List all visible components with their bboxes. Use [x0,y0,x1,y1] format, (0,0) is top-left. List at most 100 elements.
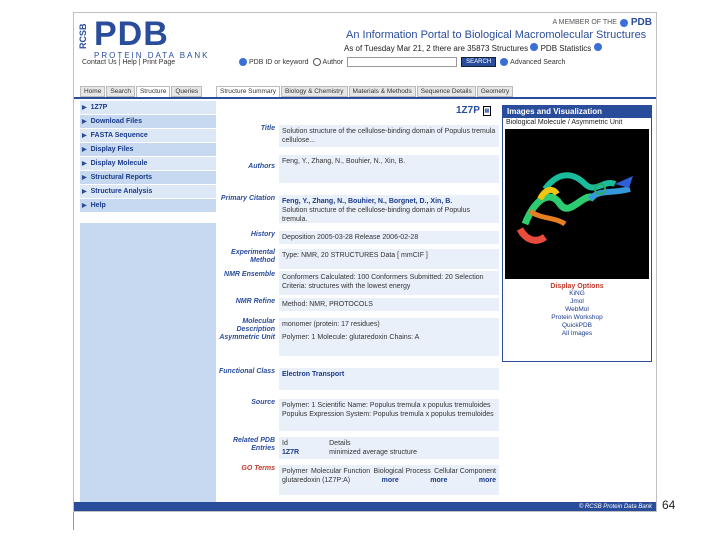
row-functional-class: Functional Class Electron Transport [219,368,499,390]
pdb-logo[interactable]: PDB [94,17,169,51]
advanced-search-link[interactable]: Advanced Search [500,58,565,66]
mol-desc-polymer[interactable]: Polymer: 1 Molecule: glutaredoxin Chains… [282,333,496,342]
stats-link[interactable]: PDB Statistics [541,44,592,53]
option-king[interactable]: KiNG [503,290,651,298]
option-protein-workshop[interactable]: Protein Workshop [503,314,651,322]
pdbid-radio[interactable]: PDB ID or keyword [239,58,309,66]
sidebar-item-help[interactable]: ▶ Help [80,199,216,212]
sidebar-item-display-molecule[interactable]: ▶ Display Molecule [80,157,216,170]
source-line-2[interactable]: Populus Expression System: Populus tremu… [282,410,496,419]
go-more-link[interactable]: more [382,476,399,485]
radio-icon [312,58,321,66]
row-go-terms: GO Terms Polymer Molecular Function Biol… [219,465,499,495]
go-values: glutaredoxin (1Z7P:A) more more more [282,476,496,485]
related-id-link[interactable]: 1Z7R [282,448,299,457]
authors-value[interactable]: Feng, Y., Zhang, N., Bouhier, N., Xin, B… [279,155,499,183]
help-icon[interactable] [530,43,539,51]
sidebar-item-id[interactable]: ▶ 1Z7P [80,101,216,114]
row-title: Title Solution structure of the cellulos… [219,125,499,147]
row-related-entries: Related PDB Entries Id 1Z7R Details mini… [219,437,499,459]
nmr-refine-label: NMR Refine [235,298,275,305]
row-nmr-refine: NMR Refine Method: NMR, PROTOCOLS [219,298,499,311]
wwpdb-globe-icon [619,18,628,27]
go-headers: Polymer Molecular Function Biological Pr… [282,468,496,475]
nmr-refine-value: Method: NMR, PROTOCOLS [279,298,499,311]
author-radio[interactable]: Author [312,58,343,66]
mol-desc-summary: monomer (protein: 17 residues) [282,321,380,328]
radio-icon [239,58,247,66]
search-input[interactable] [347,57,458,67]
option-quickpdb[interactable]: QuickPDB [503,322,651,330]
pdb-id-heading: 1Z7P ▤ [456,105,491,116]
sidebar-item-display-files[interactable]: ▶ Display Files [80,143,216,156]
mol-desc-label: Molecular Description Asymmetric Unit [219,318,275,341]
sidebar-item-reports[interactable]: ▶ Structural Reports [80,171,216,184]
func-class-label: Functional Class [219,368,276,375]
tab-queries[interactable]: Queries [171,86,203,97]
molecule-image[interactable] [505,129,649,279]
source-line-1[interactable]: Polymer: 1 Scientific Name: Populus trem… [282,401,496,410]
top-nav-links[interactable]: Contact Us | Help | Print Page [82,59,175,66]
citation-authors[interactable]: Feng, Y., Zhang, N., Bouhier, N., Borgne… [282,197,496,206]
authors-label: Authors [248,163,275,170]
option-all-images[interactable]: All Images [503,330,651,338]
search-button[interactable]: SEARCH [461,57,497,67]
triangle-right-icon: ▶ [82,119,87,125]
help-icon-2[interactable] [593,43,602,51]
footer: © RCSB Protein Data Bank [74,502,656,511]
triangle-right-icon: ▶ [82,189,87,195]
subtab-geometry[interactable]: Geometry [476,86,514,97]
advanced-search-icon [500,58,509,66]
sidebar-item-analysis[interactable]: ▶ Structure Analysis [80,185,216,198]
member-logo: PDB [630,17,652,28]
primary-citation-value: Feng, Y., Zhang, N., Bouhier, N., Borgne… [279,195,499,223]
member-badge: A MEMBER OF THE PDB [552,17,652,28]
go-more-link[interactable]: more [479,476,496,485]
history-label: History [250,231,275,238]
slide-page-number: 64 [662,498,676,512]
display-options-heading: Display Options [550,283,604,290]
subtab-sequence[interactable]: Sequence Details [416,86,476,97]
triangle-right-icon: ▶ [82,161,87,167]
subtab-biology[interactable]: Biology & Chemistry [281,86,348,97]
rcsb-label: RCSB [78,23,88,49]
source-label: Source [251,399,275,406]
related-detail-col: Details minimized average structure [329,440,418,456]
mol-desc-value: monomer (protein: 17 residues) Polymer: … [279,318,499,356]
row-molecular-description: Molecular Description Asymmetric Unit mo… [219,318,499,356]
images-panel: Images and Visualization Biological Mole… [502,105,652,362]
option-webmol[interactable]: WebMol [503,306,651,314]
row-authors: Authors Feng, Y., Zhang, N., Bouhier, N.… [219,155,499,183]
print-icon[interactable]: ▤ [482,105,491,116]
title-value: Solution structure of the cellulose-bind… [279,125,499,147]
go-more-link[interactable]: more [430,476,447,485]
member-text: A MEMBER OF THE [552,19,617,26]
related-value: Id 1Z7R Details minimized average struct… [279,437,499,459]
images-caption[interactable]: Biological Molecule / Asymmetric Unit [503,118,651,127]
option-jmol[interactable]: Jmol [503,298,651,306]
search-bar: PDB ID or keyword Author SEARCH Advanced… [239,57,565,67]
exp-method-value[interactable]: Type: NMR, 20 STRUCTURES Data [ mmCIF ] [279,249,499,269]
subtab-methods[interactable]: Materials & Methods [348,86,416,97]
go-terms-label: GO Terms [241,465,275,472]
sidebar-fill [80,223,216,511]
row-exp-method: Experimental Method Type: NMR, 20 STRUCT… [219,249,499,269]
tab-search[interactable]: Search [106,86,135,97]
related-id-col: Id 1Z7R [282,440,300,457]
display-options-list: KiNG Jmol WebMol Protein Workshop QuickP… [503,290,651,338]
triangle-right-icon: ▶ [82,105,87,111]
structure-subtabs: Structure Summary Biology & Chemistry Ma… [216,86,514,97]
tab-divider [74,97,656,99]
row-history: History Deposition 2005-03-28 Release 20… [219,231,499,244]
images-panel-header: Images and Visualization [503,106,651,118]
sidebar-item-download[interactable]: ▶ Download Files [80,115,216,128]
go-terms-value: Polymer Molecular Function Biological Pr… [279,465,499,495]
structure-count: As of Tuesday Mar 21, 2 there are 35873 … [344,43,602,53]
tagline: An Information Portal to Biological Macr… [346,29,647,41]
tab-home[interactable]: Home [80,86,106,97]
tab-structure[interactable]: Structure [135,86,171,97]
subtab-summary[interactable]: Structure Summary [216,86,280,97]
nmr-ensemble-value: Conformers Calculated: 100 Conformers Su… [279,271,499,295]
sidebar: ▶ 1Z7P ▶ Download Files ▶ FASTA Sequence ▶ D… [80,101,216,213]
sidebar-item-fasta[interactable]: ▶ FASTA Sequence [80,129,216,142]
